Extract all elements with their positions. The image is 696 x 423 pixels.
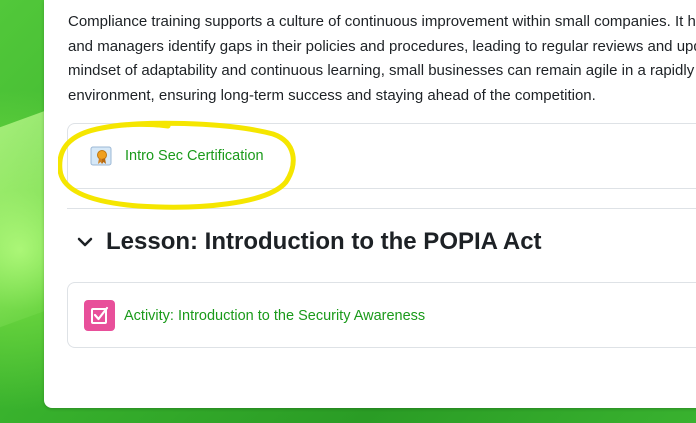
course-content-card: Compliance training supports a culture o…	[44, 0, 696, 408]
paragraph-line: mindset of adaptability and continuous l…	[68, 62, 695, 79]
chevron-down-icon[interactable]	[74, 231, 96, 253]
certificate-activity-item: Intro Sec Certification	[67, 123, 696, 189]
checkbox-edit-icon	[84, 300, 115, 331]
paragraph-line: and managers identify gaps in their poli…	[68, 37, 696, 55]
section-header: Lesson: Introduction to the POPIA Act	[74, 228, 542, 256]
section-divider	[67, 208, 696, 209]
paragraph-line: Compliance training supports a culture o…	[68, 13, 696, 30]
intro-paragraph: Compliance training supports a culture o…	[68, 10, 696, 108]
section-title: Lesson: Introduction to the POPIA Act	[106, 228, 542, 255]
lesson-activity-item: Activity: Introduction to the Security A…	[67, 282, 696, 348]
certificate-link[interactable]: Intro Sec Certification	[125, 148, 264, 164]
activity-link[interactable]: Activity: Introduction to the Security A…	[124, 308, 425, 324]
certificate-icon	[90, 146, 112, 166]
paragraph-line: environment, ensuring long-term success …	[68, 86, 596, 104]
